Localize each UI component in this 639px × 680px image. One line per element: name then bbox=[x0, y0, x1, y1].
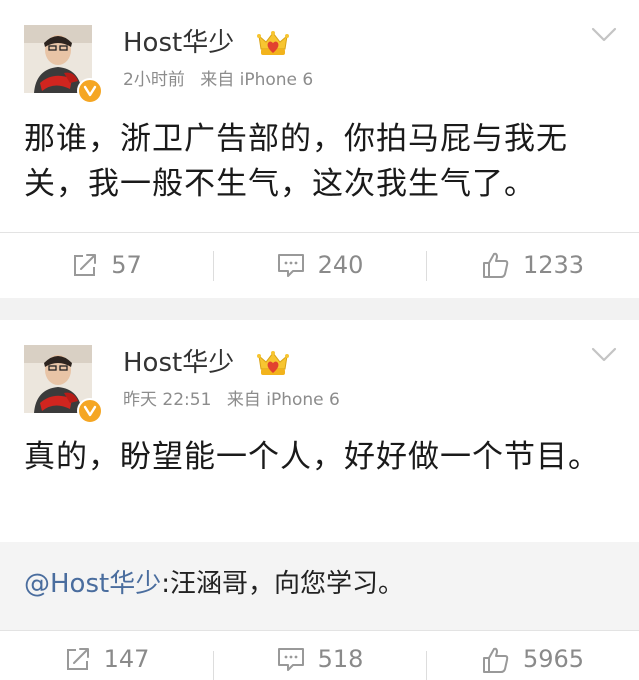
post-content: 那谁，浙卫广告部的，你拍马屁与我无关，我一般不生气，这次我生气了。 bbox=[24, 121, 568, 202]
like-button[interactable]: 1233 bbox=[426, 233, 639, 297]
repost-icon bbox=[66, 648, 89, 670]
comment-icon bbox=[277, 254, 304, 277]
chevron-down-icon[interactable] bbox=[590, 346, 618, 364]
post-source[interactable]: 来自 iPhone 6 bbox=[200, 70, 313, 90]
comment-count: 240 bbox=[317, 251, 364, 279]
verified-badge-icon bbox=[77, 398, 103, 424]
like-icon bbox=[482, 647, 509, 673]
chevron-down-icon[interactable] bbox=[590, 26, 618, 44]
username[interactable]: Host华少 bbox=[123, 26, 234, 60]
retweet-text: @Host华少:汪涵哥，向您学习。 bbox=[24, 566, 404, 602]
repost-button[interactable]: 57 bbox=[0, 233, 213, 297]
weibo-post: Host华少 2小时前 来自 iPhone 6 那谁，浙卫广告部的，你拍马屁与我… bbox=[0, 0, 639, 298]
retweet-body: :汪涵哥，向您学习。 bbox=[161, 569, 404, 599]
vip-crown-icon[interactable] bbox=[256, 347, 290, 381]
post-meta: 2小时前 来自 iPhone 6 bbox=[123, 69, 313, 91]
retweet-block[interactable]: @Host华少:汪涵哥，向您学习。 bbox=[0, 542, 639, 630]
like-button[interactable]: 5965 bbox=[426, 631, 639, 680]
repost-button[interactable]: 147 bbox=[0, 631, 213, 680]
verified-badge-icon bbox=[77, 78, 103, 104]
post-time: 2小时前 bbox=[123, 70, 185, 90]
like-count: 5965 bbox=[522, 645, 585, 673]
post-action-bar: 147 518 5965 bbox=[0, 630, 639, 680]
post-action-bar: 57 240 1233 bbox=[0, 232, 639, 298]
post-content: 真的，盼望能一个人，好好做一个节目。 bbox=[24, 439, 600, 475]
comment-count: 518 bbox=[317, 645, 364, 673]
comment-icon bbox=[277, 648, 304, 671]
post-time: 昨天 22:51 bbox=[123, 390, 212, 410]
post-meta: 昨天 22:51 来自 iPhone 6 bbox=[123, 389, 340, 411]
comment-button[interactable]: 240 bbox=[213, 233, 426, 297]
username[interactable]: Host华少 bbox=[123, 346, 234, 380]
repost-count: 147 bbox=[103, 645, 150, 673]
repost-icon bbox=[74, 254, 97, 276]
weibo-post: Host华少 昨天 22:51 来自 iPhone 6 真的，盼望能一个人，好好… bbox=[0, 320, 639, 680]
comment-button[interactable]: 518 bbox=[213, 631, 426, 680]
post-source[interactable]: 来自 iPhone 6 bbox=[227, 390, 340, 410]
vip-crown-icon[interactable] bbox=[256, 27, 290, 61]
weibo-feed: Host华少 2小时前 来自 iPhone 6 那谁，浙卫广告部的，你拍马屁与我… bbox=[0, 0, 639, 680]
mention-link[interactable]: @Host华少 bbox=[24, 569, 161, 599]
like-icon bbox=[482, 252, 509, 278]
like-count: 1233 bbox=[522, 251, 585, 279]
repost-count: 57 bbox=[111, 251, 142, 279]
